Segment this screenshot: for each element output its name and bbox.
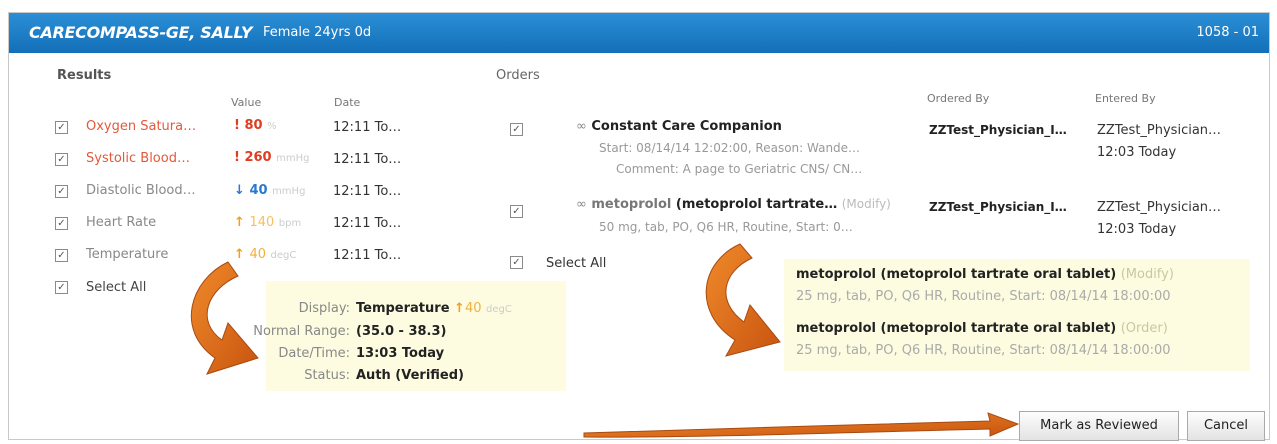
critical-flag-icon: ! [234, 118, 240, 133]
result-name: Heart Rate [86, 215, 157, 230]
result-date: 12:11 To… [333, 248, 402, 263]
tooltip-status-label: Status: [304, 368, 350, 383]
result-value: ! 80 % [234, 118, 277, 133]
order-title: ∞ metoprolol (metoprolol tartrate… (Modi… [576, 197, 891, 212]
order-ordered-by: ZZTest_Physician_I… [929, 123, 1067, 137]
result-checkbox[interactable]: ✓ [55, 153, 68, 166]
previous-order-detail: 25 mg, tab, PO, Q6 HR, Routine, Start: 0… [796, 289, 1171, 304]
tooltip-datetime-label: Date/Time: [278, 346, 350, 361]
result-value: ↓ 40 mmHg [234, 183, 306, 198]
result-date: 12:11 To… [333, 216, 402, 231]
orders-select-all-checkbox[interactable]: ✓ [510, 256, 523, 269]
encounter-number: 1058 - 01 [1196, 25, 1259, 40]
tooltip-datetime-value: 13:03 Today [356, 346, 445, 361]
order-comment: Comment: A page to Geriatric CNS/ CN… [616, 162, 863, 176]
critical-flag-icon: ! [234, 150, 240, 165]
results-select-all-checkbox[interactable]: ✓ [55, 281, 68, 294]
results-select-all-label[interactable]: Select All [86, 280, 146, 295]
result-tooltip: Display: Temperature ↑40 degC Normal Ran… [253, 281, 566, 391]
order-entered-by: ZZTest_Physician… [1097, 200, 1222, 215]
result-value[interactable]: ↑ 40 degC [234, 247, 296, 262]
mark-as-reviewed-button[interactable]: Mark as Reviewed [1019, 411, 1179, 441]
tooltip-range-value: (35.0 - 38.3) [356, 324, 447, 339]
cancel-button[interactable]: Cancel [1187, 411, 1265, 441]
tooltip-status-value: Auth (Verified) [356, 368, 464, 383]
orders-col-entered-by: Entered By [1095, 92, 1156, 105]
patient-banner: CARECOMPASS-GE, SALLY Female 24yrs 0d 10… [9, 13, 1269, 53]
result-date: 12:11 To… [333, 120, 402, 135]
result-checkbox[interactable]: ✓ [55, 217, 68, 230]
new-order-title: metoprolol (metoprolol tartrate oral tab… [796, 321, 1168, 336]
order-detail: Start: 08/14/14 12:02:00, Reason: Wande… [599, 141, 861, 155]
orders-title: Orders [496, 68, 540, 83]
result-value: ! 260 mmHg [234, 150, 310, 165]
patient-demographics: Female 24yrs 0d [263, 25, 372, 40]
orders-select-all-label[interactable]: Select All [546, 256, 606, 271]
link-icon: ∞ [576, 197, 587, 212]
result-date: 12:11 To… [333, 152, 402, 167]
arrow-up-icon: ↑ [454, 301, 465, 316]
new-order-detail: 25 mg, tab, PO, Q6 HR, Routine, Start: 0… [796, 343, 1171, 358]
result-name: Systolic Blood… [86, 151, 190, 166]
order-title: ∞ Constant Care Companion [576, 119, 782, 134]
result-checkbox[interactable]: ✓ [55, 185, 68, 198]
order-detail: 50 mg, tab, PO, Q6 HR, Routine, Start: 0… [599, 220, 853, 234]
result-checkbox[interactable]: ✓ [55, 249, 68, 262]
order-entered-time: 12:03 Today [1097, 145, 1177, 160]
arrow-up-icon: ↑ [234, 247, 245, 262]
results-col-date: Date [334, 96, 361, 109]
previous-order-title: metoprolol (metoprolol tartrate oral tab… [796, 267, 1174, 282]
order-entered-by: ZZTest_Physician… [1097, 123, 1222, 138]
tooltip-display-value: Temperature ↑40 degC [356, 301, 512, 316]
result-name: Diastolic Blood… [86, 183, 196, 198]
arrow-down-icon: ↓ [234, 183, 245, 198]
results-title: Results [57, 68, 112, 83]
review-dialog: CARECOMPASS-GE, SALLY Female 24yrs 0d 10… [8, 12, 1270, 441]
link-icon: ∞ [576, 119, 587, 134]
result-name: Oxygen Satura… [86, 119, 197, 134]
modify-detail-tooltip: metoprolol (metoprolol tartrate oral tab… [784, 259, 1250, 371]
tooltip-display-label: Display: [298, 301, 350, 316]
order-entered-time: 12:03 Today [1097, 222, 1177, 237]
order-checkbox[interactable]: ✓ [510, 123, 523, 136]
arrow-up-icon: ↑ [234, 215, 245, 230]
patient-name: CARECOMPASS-GE, SALLY [29, 23, 253, 42]
results-col-value: Value [231, 96, 262, 109]
result-value: ↑ 140 bpm [234, 215, 302, 230]
order-checkbox[interactable]: ✓ [510, 205, 523, 218]
result-date: 12:11 To… [333, 184, 402, 199]
tooltip-range-label: Normal Range: [253, 324, 350, 339]
result-checkbox[interactable]: ✓ [55, 121, 68, 134]
order-ordered-by: ZZTest_Physician_I… [929, 200, 1067, 214]
result-name[interactable]: Temperature [86, 247, 168, 262]
orders-col-ordered-by: Ordered By [927, 92, 990, 105]
